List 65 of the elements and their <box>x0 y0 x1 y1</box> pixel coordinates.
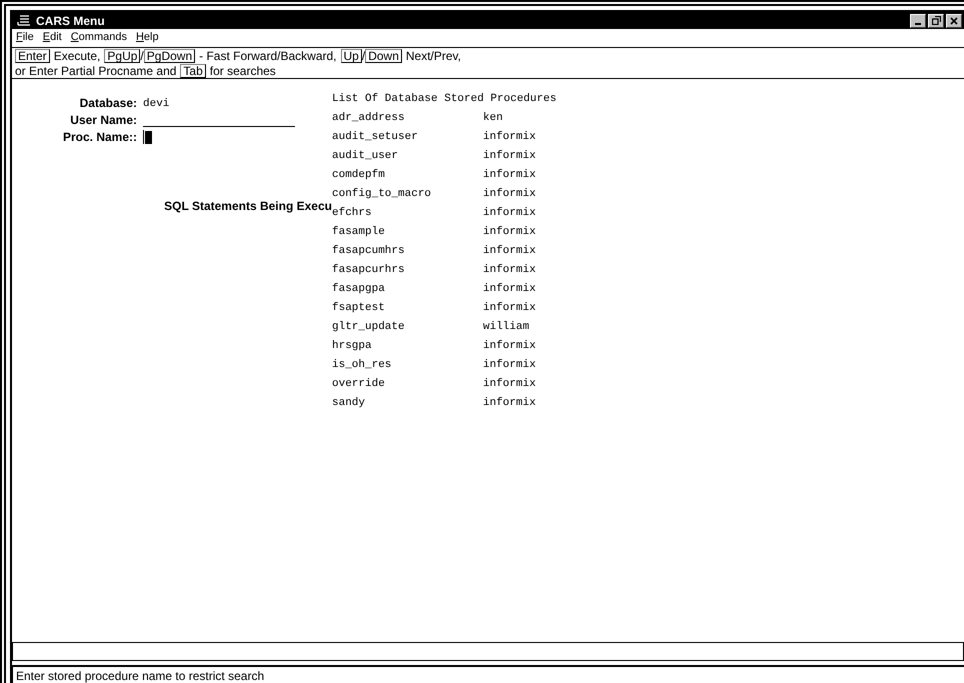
status-bar: Enter stored procedure name to restrict search <box>12 665 964 683</box>
app-icon <box>17 14 31 26</box>
procedure-name[interactable]: config_to_macro <box>332 188 483 207</box>
hint-text: for searches <box>210 64 276 78</box>
hint-text: - Fast Forward/Backward, <box>199 48 336 62</box>
procedure-name[interactable]: override <box>332 378 483 397</box>
procedure-owner: informix <box>483 397 536 411</box>
menu-item[interactable]: Commands <box>70 31 127 45</box>
procedure-name[interactable]: audit_user <box>332 150 483 169</box>
database-value: devi <box>143 98 170 110</box>
procedure-name[interactable]: fasapcurhrs <box>332 264 483 283</box>
procedure-name[interactable]: fasample <box>332 226 483 245</box>
field-label: Proc. Name:: <box>62 130 137 144</box>
procedure-owner: informix <box>483 150 536 164</box>
hint-text: Execute, <box>54 48 100 62</box>
procedure-owner: informix <box>483 283 536 297</box>
key-button[interactable]: Up <box>340 48 362 62</box>
procedure-owner: informix <box>483 188 536 202</box>
close-button[interactable] <box>946 14 962 28</box>
procedure-owner: informix <box>483 359 536 373</box>
procedure-name[interactable]: sandy <box>332 397 483 416</box>
input-field[interactable] <box>12 642 964 661</box>
procedure-owner: informix <box>483 264 536 278</box>
procedure-owner: informix <box>483 302 536 316</box>
menu-item[interactable]: Help <box>136 31 159 45</box>
key-button[interactable]: PgUp <box>104 48 140 62</box>
procedure-name[interactable]: audit_setuser <box>332 131 483 150</box>
list-title: List Of Database Stored Procedures <box>332 93 556 107</box>
menu-item[interactable]: Edit <box>42 31 62 45</box>
maximize-button[interactable] <box>928 14 944 28</box>
restore-icon <box>932 16 940 25</box>
procedure-name[interactable]: fsaptest <box>332 302 483 321</box>
procedure-name[interactable]: efchrs <box>332 207 483 226</box>
hint-text: Next/Prev, <box>406 48 461 62</box>
procedure-name[interactable]: fasapcumhrs <box>332 245 483 264</box>
field-label: Database: <box>78 96 137 110</box>
menu-item[interactable]: File <box>16 31 34 45</box>
procedure-name[interactable]: gltr_update <box>332 321 483 340</box>
minimize-button[interactable] <box>910 14 926 28</box>
procedure-owner: informix <box>483 245 536 259</box>
procedure-owner: informix <box>483 131 536 145</box>
key-button[interactable]: Enter <box>15 48 50 62</box>
key-button[interactable]: PgDown <box>144 48 196 62</box>
procedure-owner: informix <box>483 169 536 183</box>
key-button[interactable]: Tab <box>180 64 206 78</box>
separator-text: / <box>140 48 144 62</box>
procedure-owner: informix <box>483 226 536 240</box>
procedure-name[interactable]: fasapgpa <box>332 283 483 302</box>
procedure-owner: informix <box>483 340 536 354</box>
close-icon <box>950 16 958 24</box>
procedure-name[interactable]: adr_address <box>332 112 483 131</box>
procedure-name[interactable]: is_oh_res <box>332 359 483 378</box>
procedure-owner: informix <box>483 378 536 392</box>
window-title: CARS Menu <box>36 14 105 28</box>
key-button[interactable]: Down <box>365 48 402 62</box>
procedure-owner: informix <box>483 207 536 221</box>
procedure-name[interactable]: comdepfm <box>332 169 483 188</box>
section-heading: SQL Statements Being Execu <box>163 199 332 213</box>
hint-text: or Enter Partial Procname and <box>15 64 176 78</box>
minimize-icon <box>915 22 921 24</box>
separator-text: / <box>362 48 366 62</box>
procedure-owner: ken <box>483 112 503 126</box>
field-label: User Name: <box>69 113 137 127</box>
procedure-owner: william <box>483 321 530 335</box>
procedure-name[interactable]: hrsgpa <box>332 340 483 359</box>
